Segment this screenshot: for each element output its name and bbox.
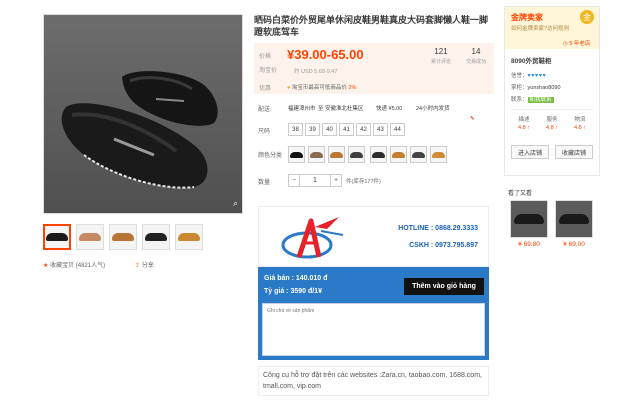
taobao-price-label: 淘宝价 — [259, 68, 278, 74]
shop-header: 金牌卖家 如何金牌卖家?访问规则 金 ◷ 5 年老店 — [505, 7, 599, 49]
gold-seller-rule-link[interactable]: 如何金牌卖家?访问规则 — [511, 24, 569, 32]
report-icon[interactable]: ✎ — [470, 116, 475, 122]
coin-icon: ● — [287, 85, 291, 91]
product-title: 晒码白菜价外贸尾单休闲皮鞋男鞋真皮大码套脚懒人鞋一脚蹬软底驾车 — [254, 15, 489, 37]
shop-name-link[interactable]: 8090外贸鞋柜 — [511, 55, 593, 65]
size-option[interactable]: 39 — [305, 123, 320, 136]
enter-shop-button[interactable]: 进入店铺 — [511, 145, 549, 159]
shop-buttons: 进入店铺 收藏店铺 — [505, 137, 599, 159]
shop-info: 8090外贸鞋柜 信誉：♥♥♥♥♥ 掌柜：yunshao8090 联系： 和我联系… — [505, 49, 599, 137]
thumbnail[interactable] — [43, 224, 71, 250]
color-option[interactable] — [308, 146, 325, 163]
shop-scores: 描述 4.8 ↑ 服务 4.8 ↑ 物流 4.8 ↑ — [511, 109, 593, 131]
widget-header: HOTLINE : 0868.29.3333 CSKH : 0973.795.8… — [258, 206, 489, 267]
ship-method[interactable]: 快递 ¥5.00 — [376, 104, 402, 112]
color-option[interactable] — [370, 146, 387, 163]
thumbnail[interactable] — [76, 224, 104, 250]
usd-price: 约 USD 5.68-9.47 — [294, 69, 338, 75]
shop-age: ◷ 5 年老店 — [563, 41, 591, 47]
ship-time: 24小时内发货 — [416, 106, 450, 112]
share-icon: ⇪ — [135, 263, 141, 269]
favorite-link[interactable]: ★ 收藏宝贝 (4821人气) — [43, 260, 105, 269]
see-also-item[interactable]: ¥ 69.80 — [510, 200, 548, 248]
score-service: 服务 4.8 ↑ — [546, 117, 558, 131]
price-box: 价格 淘宝价 ¥39.00-65.00 约 USD 5.68-9.47 121 … — [254, 43, 494, 94]
color-option[interactable] — [390, 146, 407, 163]
brand-logo-icon — [281, 217, 344, 259]
search-icon[interactable]: ⌕ — [233, 198, 238, 209]
product-gallery: ⌕ ★ 收藏宝贝 (4821人气) ⇪ 分享 — [43, 14, 243, 269]
gold-seller-title: 金牌卖家 — [511, 13, 543, 22]
ship-from: 福建漳州市 — [288, 106, 316, 112]
add-to-cart-button[interactable]: Thêm vào giỏ hàng — [404, 278, 484, 295]
sale-price-vnd: Giá bán : 140.010 đ — [264, 275, 328, 282]
color-option[interactable] — [430, 146, 447, 163]
color-option[interactable] — [288, 146, 305, 163]
widget-price-panel: Giá bán : 140.010 đ Tỷ giá : 3590 đ/1¥ T… — [258, 267, 489, 360]
thumbnail-list — [43, 224, 243, 250]
review-count[interactable]: 121 累计评论 — [426, 47, 456, 65]
quantity-plus-button[interactable]: + — [330, 174, 342, 187]
thumbnail[interactable] — [175, 224, 203, 250]
price-label: 价格 — [259, 54, 272, 60]
promo-label: 优惠 — [259, 86, 272, 92]
product-note-input[interactable] — [262, 303, 485, 356]
see-also-image[interactable] — [555, 200, 593, 238]
cskh-text: CSKH : 0973.795.897 — [409, 242, 478, 249]
medal-icon: 金 — [580, 10, 594, 24]
size-label: 尺码 — [258, 129, 271, 135]
share-link[interactable]: ⇪ 分享 — [135, 260, 154, 269]
contact-button[interactable]: 和我联系 — [527, 97, 554, 103]
size-option[interactable]: 42 — [356, 123, 371, 136]
hotline-text: HOTLINE : 0868.29.3333 — [398, 225, 478, 232]
see-also-header: 看了又看 — [508, 191, 533, 197]
see-also-item[interactable]: ¥ 69.00 — [555, 200, 593, 248]
shop-contact: 联系： 和我联系 — [511, 97, 554, 103]
shop-credit: 信誉：♥♥♥♥♥ — [511, 73, 547, 79]
exchange-rate: Tỷ giá : 3590 đ/1¥ — [264, 288, 322, 295]
size-option[interactable]: 40 — [322, 123, 337, 136]
thumbnail[interactable] — [109, 224, 137, 250]
score-description: 描述 4.8 ↑ — [518, 117, 530, 131]
see-also-image[interactable] — [510, 200, 548, 238]
quantity-minus-button[interactable]: − — [288, 174, 300, 187]
ship-to-select[interactable]: 至 安徽淮北杜集区 — [318, 104, 364, 112]
quantity-label: 数量 — [258, 180, 271, 186]
stock-text: 件(库存177件) — [346, 179, 381, 185]
color-option[interactable] — [410, 146, 427, 163]
clock-icon: ◷ — [563, 41, 568, 47]
color-option[interactable] — [348, 146, 365, 163]
size-option[interactable]: 38 — [288, 123, 303, 136]
see-also-price: ¥ 69.00 — [563, 241, 585, 248]
order-widget: HOTLINE : 0868.29.3333 CSKH : 0973.795.8… — [258, 206, 489, 360]
see-also-price: ¥ 69.80 — [518, 241, 540, 248]
size-option[interactable]: 43 — [373, 123, 388, 136]
size-option[interactable]: 41 — [339, 123, 354, 136]
quantity-input[interactable]: 1 — [300, 174, 330, 187]
color-label: 颜色分类 — [258, 153, 283, 159]
favorite-share-row: ★ 收藏宝贝 (4821人气) ⇪ 分享 — [43, 260, 243, 269]
main-product-image[interactable]: ⌕ — [43, 14, 243, 214]
star-icon: ★ — [43, 263, 49, 269]
shop-card: 金牌卖家 如何金牌卖家?访问规则 金 ◷ 5 年老店 8090外贸鞋柜 信誉：♥… — [504, 6, 600, 176]
price-value: ¥39.00-65.00 — [287, 47, 364, 62]
favorite-shop-button[interactable]: 收藏店铺 — [555, 145, 593, 159]
heart-icon: ♥♥♥♥♥ — [527, 73, 547, 79]
promo-text: ● 淘宝币最高可抵商品价 2% — [287, 85, 357, 91]
thumbnail[interactable] — [142, 224, 170, 250]
quantity-stepper: − 1 + — [288, 174, 342, 187]
support-text: Công cụ hỗ trợ đặt trên các websites :Za… — [258, 366, 489, 396]
color-option[interactable] — [328, 146, 345, 163]
shop-owner: 掌柜：yunshao8090 — [511, 85, 561, 91]
shipping-label: 配送 — [258, 107, 271, 113]
size-option[interactable]: 44 — [390, 123, 405, 136]
sales-count[interactable]: 14 交易成功 — [461, 47, 491, 65]
score-logistics: 物流 4.8 ↑ — [574, 117, 586, 131]
